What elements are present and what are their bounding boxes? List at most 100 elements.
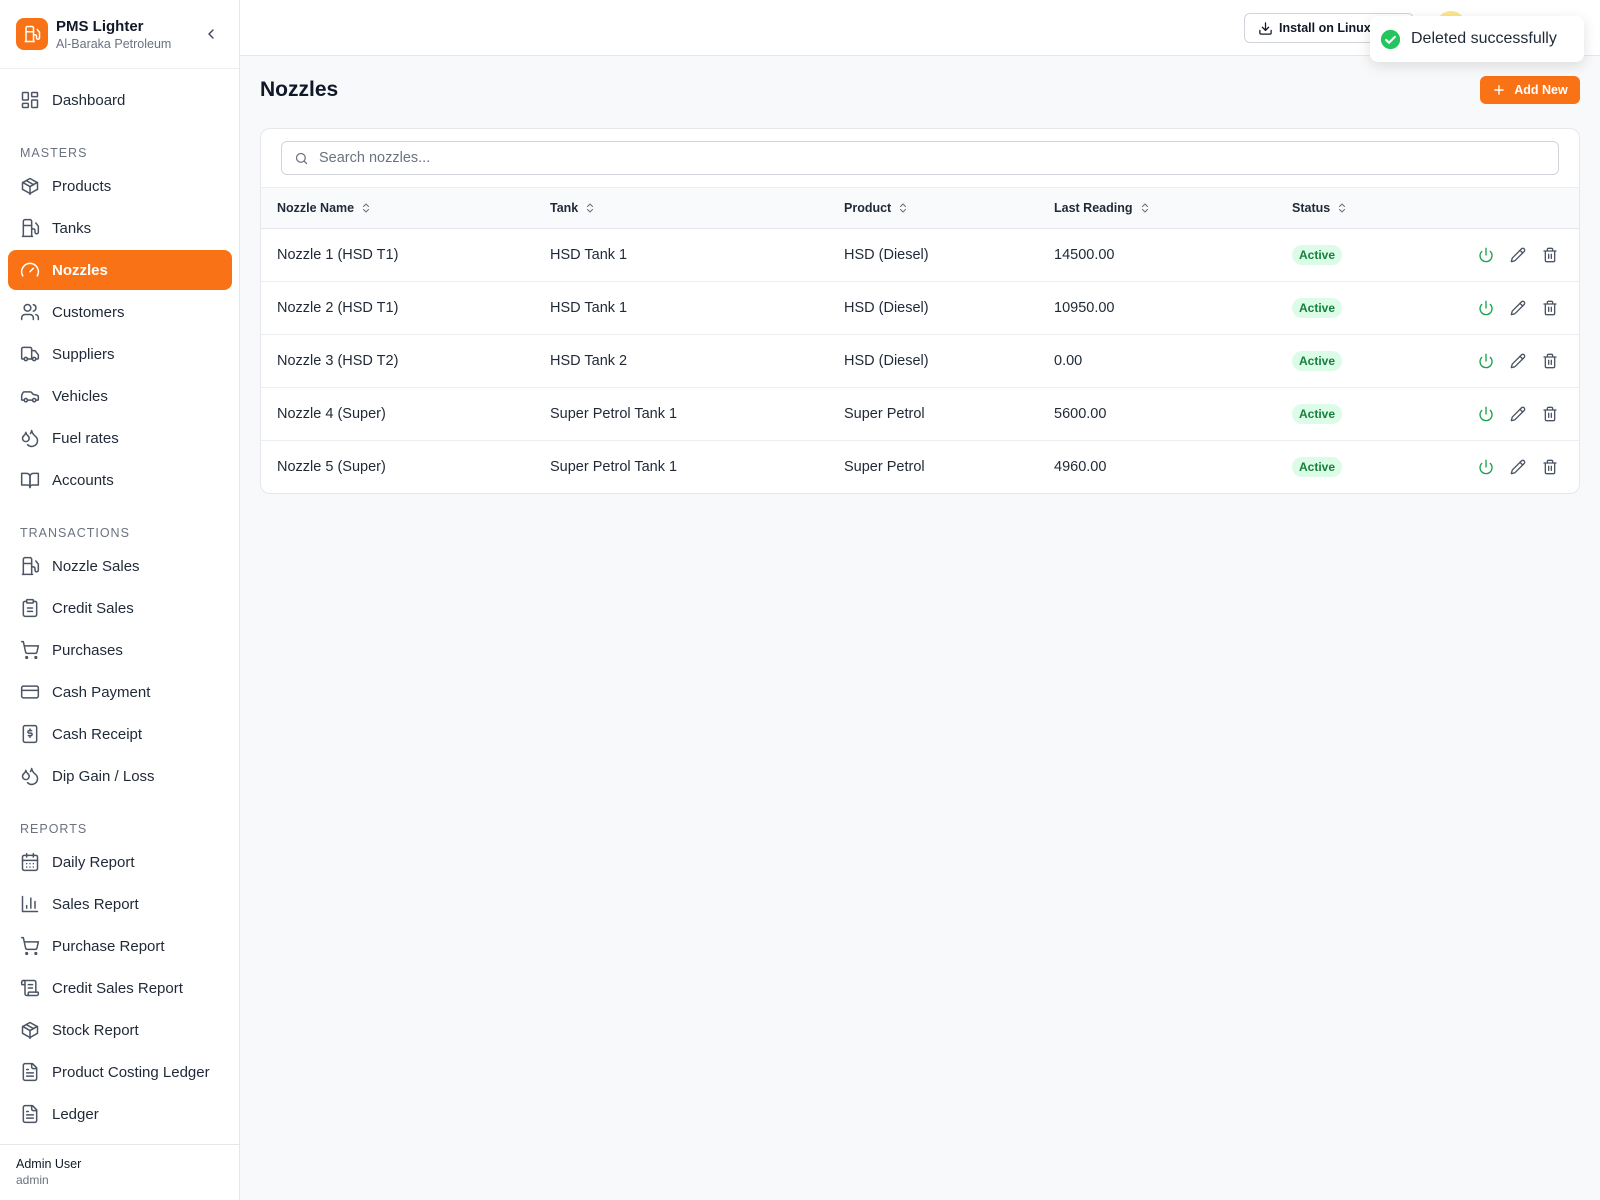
page-title: Nozzles: [260, 78, 339, 101]
cell-last-reading: 0.00: [1054, 353, 1083, 369]
sidebar-item-credit-sales-report[interactable]: Credit Sales Report: [8, 968, 232, 1008]
delete-button[interactable]: [1541, 405, 1559, 423]
calendar-icon: [21, 852, 39, 872]
search-input[interactable]: [319, 150, 1519, 166]
search-icon: [295, 152, 308, 164]
edit-button[interactable]: [1509, 352, 1527, 370]
sort-status[interactable]: Status: [1292, 201, 1348, 215]
toggle-status-button[interactable]: [1477, 246, 1495, 264]
sidebar-item-ledger[interactable]: Ledger: [8, 1094, 232, 1134]
sidebar-item-accounts[interactable]: Accounts: [8, 460, 232, 500]
sort-icon: [363, 203, 370, 213]
add-new-label: Add New: [1514, 83, 1568, 97]
table-header-row: Nozzle Name Tank Product Last Reading St…: [261, 187, 1579, 229]
sidebar-item-customers[interactable]: Customers: [8, 292, 232, 332]
sidebar-item-sales-report[interactable]: Sales Report: [8, 884, 232, 924]
sort-last-reading[interactable]: Last Reading: [1054, 201, 1151, 215]
download-icon: [1259, 21, 1272, 35]
sidebar-item-label: Customers: [52, 303, 125, 321]
delete-button[interactable]: [1541, 458, 1559, 476]
toggle-status-button[interactable]: [1477, 405, 1495, 423]
nozzles-table-card: Nozzle Name Tank Product Last Reading St…: [260, 128, 1580, 494]
status-badge: Active: [1292, 245, 1343, 265]
column-header-tank: Tank: [550, 201, 579, 215]
check-circle-icon: [1380, 29, 1401, 49]
user-role: admin: [16, 1173, 49, 1187]
table-row[interactable]: Nozzle 2 (HSD T1) HSD Tank 1 HSD (Diesel) 1…: [261, 282, 1579, 335]
cell-tank: HSD Tank 2: [550, 353, 628, 369]
table-row[interactable]: Nozzle 4 (Super) Super Petrol Tank 1 Super…: [261, 388, 1579, 441]
add-new-button[interactable]: Add New: [1480, 76, 1580, 104]
sidebar-item-tanks[interactable]: Tanks: [8, 208, 232, 248]
sort-tank[interactable]: Tank: [550, 201, 596, 215]
sort-icon: [1141, 203, 1148, 213]
sidebar-item-dashboard[interactable]: Dashboard: [8, 80, 232, 120]
row-actions: [1452, 458, 1579, 476]
power-icon: [1479, 300, 1493, 316]
sidebar-item-label: Purchase Report: [52, 937, 165, 955]
sort-product[interactable]: Product: [844, 201, 909, 215]
sidebar-item-suppliers[interactable]: Suppliers: [8, 334, 232, 374]
sidebar-item-cash-payment[interactable]: Cash Payment: [8, 672, 232, 712]
sidebar-item-label: Cash Receipt: [52, 725, 143, 743]
delete-button[interactable]: [1541, 299, 1559, 317]
delete-button[interactable]: [1541, 246, 1559, 264]
toast-notification: Deleted successfully: [1370, 16, 1584, 62]
brand-name: PMS Lighter: [56, 17, 144, 35]
edit-button[interactable]: [1509, 405, 1527, 423]
table-row[interactable]: Nozzle 3 (HSD T2) HSD Tank 2 HSD (Diesel) 0…: [261, 335, 1579, 388]
table-row[interactable]: Nozzle 1 (HSD T1) HSD Tank 1 HSD (Diesel) 1…: [261, 229, 1579, 282]
row-actions: [1452, 352, 1579, 370]
row-actions: [1452, 405, 1579, 423]
scroll-icon: [20, 979, 40, 997]
sidebar-item-nozzles[interactable]: Nozzles: [8, 250, 232, 290]
user-name: Admin User: [16, 1157, 82, 1171]
sidebar-item-fuel-rates[interactable]: Fuel rates: [8, 418, 232, 458]
toggle-status-button[interactable]: [1477, 458, 1495, 476]
collapse-sidebar-button[interactable]: [199, 22, 223, 46]
brand-header: PMS Lighter Al-Baraka Petroleum: [0, 0, 239, 69]
sidebar-item-label: Credit Sales Report: [52, 979, 183, 997]
cell-nozzle-name: Nozzle 1 (HSD T1): [277, 247, 399, 263]
status-badge: Active: [1292, 351, 1343, 371]
edit-button[interactable]: [1509, 299, 1527, 317]
users-icon: [20, 303, 40, 321]
cell-last-reading: 10950.00: [1054, 300, 1115, 316]
edit-button[interactable]: [1509, 246, 1527, 264]
sort-icon: [1339, 203, 1346, 213]
sidebar-item-credit-sales[interactable]: Credit Sales: [8, 588, 232, 628]
sidebar-item-label: Daily Report: [52, 853, 135, 871]
sidebar-item-purchase-report[interactable]: Purchase Report: [8, 926, 232, 966]
row-actions: [1452, 246, 1579, 264]
table-body: Nozzle 1 (HSD T1) HSD Tank 1 HSD (Diesel) 1…: [261, 229, 1579, 494]
fuel-icon: [21, 218, 40, 238]
sidebar-item-product-costing-ledger[interactable]: Product Costing Ledger: [8, 1052, 232, 1092]
delete-button[interactable]: [1541, 352, 1559, 370]
sidebar-item-dip-gain-loss[interactable]: Dip Gain / Loss: [8, 756, 232, 796]
sidebar-item-products[interactable]: Products: [8, 166, 232, 206]
toggle-status-button[interactable]: [1477, 299, 1495, 317]
trash-icon: [1543, 459, 1557, 475]
sidebar-item-purchases[interactable]: Purchases: [8, 630, 232, 670]
sidebar-item-nozzle-sales[interactable]: Nozzle Sales: [8, 546, 232, 586]
sidebar-item-stock-report[interactable]: Stock Report: [8, 1010, 232, 1050]
sidebar-item-label: Fuel rates: [52, 429, 119, 447]
edit-button[interactable]: [1509, 458, 1527, 476]
cell-nozzle-name: Nozzle 5 (Super): [277, 459, 386, 476]
sidebar-item-vehicles[interactable]: Vehicles: [8, 376, 232, 416]
user-panel[interactable]: Admin User admin: [0, 1144, 239, 1200]
table-row[interactable]: Nozzle 5 (Super) Super Petrol Tank 1 Super…: [261, 441, 1579, 494]
sidebar-item-daily-report[interactable]: Daily Report: [8, 842, 232, 882]
cell-nozzle-name: Nozzle 4 (Super): [277, 406, 386, 422]
sidebar-item-cash-receipt[interactable]: Cash Receipt: [8, 714, 232, 754]
truck-icon: [20, 346, 40, 362]
toggle-status-button[interactable]: [1477, 352, 1495, 370]
sidebar-item-label: Nozzle Sales: [52, 557, 140, 575]
sort-nozzle-name[interactable]: Nozzle Name: [277, 201, 372, 215]
sidebar-item-label: Cash Payment: [52, 683, 151, 701]
nozzles-table: Nozzle Name Tank Product Last Reading St…: [261, 187, 1579, 494]
sidebar-item-label: Sales Report: [52, 895, 139, 913]
pencil-icon: [1510, 459, 1526, 475]
cell-last-reading: 14500.00: [1054, 247, 1115, 263]
sidebar-item-label: Vehicles: [52, 387, 108, 405]
